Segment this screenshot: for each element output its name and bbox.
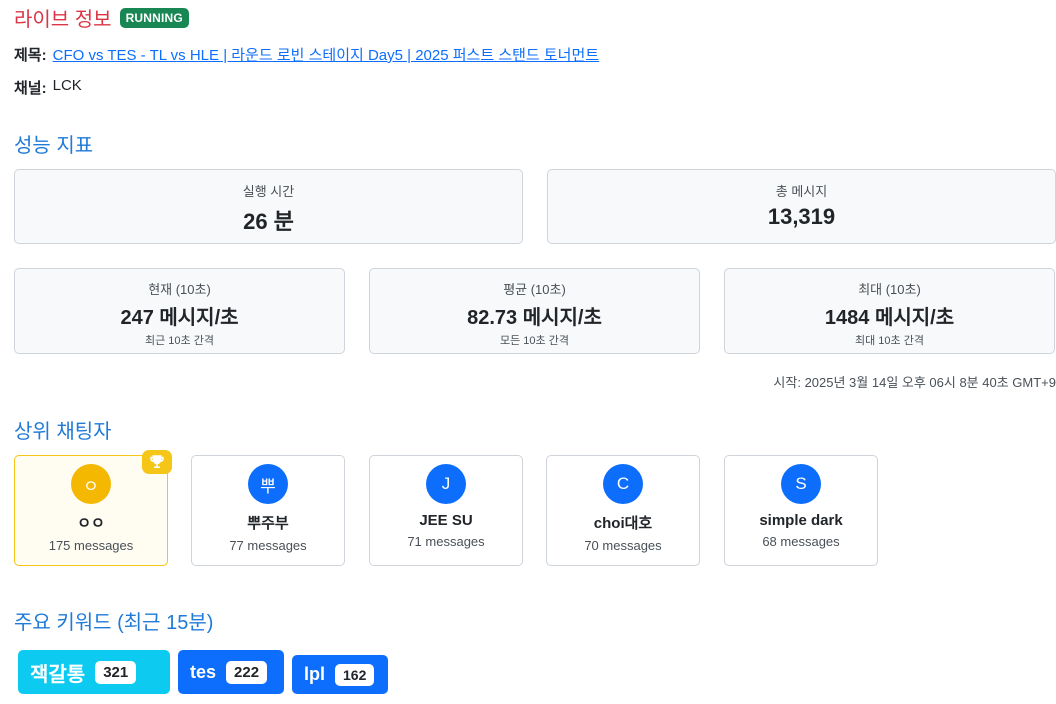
- average-rate-card: 평균 (10초) 82.73 메시지/초 모든 10초 간격: [369, 268, 700, 354]
- keyword-text: 잭갈통: [30, 663, 86, 686]
- keyword-badge[interactable]: 잭갈통 321: [18, 650, 170, 694]
- keyword-text: lpl: [304, 664, 325, 684]
- keyword-count: 222: [226, 660, 268, 684]
- title-row: 제목: CFO vs TES - TL vs HLE | 라운드 로빈 스테이지…: [14, 44, 599, 65]
- chatter-name: 뿌주부: [247, 515, 289, 532]
- chatter-card: C choi대호 70 messages: [546, 455, 700, 566]
- chatter-name: choi대호: [593, 515, 653, 532]
- trophy-icon: [142, 450, 172, 474]
- avatar: ㅇ: [71, 464, 111, 504]
- avatar: J: [426, 464, 466, 504]
- total-messages-card: 총 메시지 13,319: [547, 169, 1056, 244]
- status-badge: RUNNING: [119, 7, 189, 28]
- chatter-card: 뿌 뿌주부 77 messages: [191, 455, 345, 566]
- max-rate-value: 1484 메시지/초: [824, 307, 955, 329]
- metrics-title: 성능 지표: [14, 135, 94, 157]
- live-info-header: 라이브 정보 RUNNING: [14, 3, 189, 32]
- current-rate-card: 현재 (10초) 247 메시지/초 최근 10초 간격: [14, 268, 345, 354]
- total-messages-label: 총 메시지: [775, 184, 828, 199]
- live-info-title: 라이브 정보: [14, 9, 112, 31]
- chatter-name: JEE SU: [419, 512, 473, 529]
- current-rate-value: 247 메시지/초: [120, 307, 239, 329]
- chatter-name: ㅇㅇ: [77, 515, 105, 532]
- keyword-count: 162: [335, 663, 375, 686]
- max-rate-label: 최대 (10초): [858, 282, 921, 297]
- avatar: 뿌: [248, 464, 288, 504]
- title-label: 제목:: [14, 47, 47, 64]
- average-rate-sub: 모든 10초 간격: [500, 335, 569, 347]
- chatter-name: simple dark: [759, 512, 843, 529]
- start-time: 시작: 2025년 3월 14일 오후 06시 8분 40초 GMT+9: [773, 375, 1056, 390]
- top-chatters-title: 상위 채팅자: [14, 421, 112, 443]
- channel-label: 채널:: [14, 80, 47, 97]
- chatter-card: J JEE SU 71 messages: [369, 455, 523, 566]
- channel-value: LCK: [52, 77, 82, 94]
- max-rate-card: 최대 (10초) 1484 메시지/초 최대 10초 간격: [724, 268, 1055, 354]
- chatter-message-count: 77 messages: [229, 538, 307, 553]
- keyword-badge[interactable]: tes 222: [178, 650, 284, 694]
- stream-title-link[interactable]: CFO vs TES - TL vs HLE | 라운드 로빈 스테이지 Day…: [53, 44, 599, 65]
- chatter-card: ㅇ ㅇㅇ 175 messages: [14, 450, 172, 566]
- chatter-message-count: 175 messages: [48, 538, 134, 553]
- runtime-value: 26 분: [243, 209, 294, 234]
- current-rate-label: 현재 (10초): [148, 282, 211, 297]
- average-rate-value: 82.73 메시지/초: [467, 307, 602, 329]
- keyword-badge[interactable]: lpl 162: [292, 655, 388, 694]
- chatter-card: S simple dark 68 messages: [724, 455, 878, 566]
- max-rate-sub: 최대 10초 간격: [855, 335, 924, 347]
- keyword-text: tes: [190, 661, 217, 682]
- current-rate-sub: 최근 10초 간격: [145, 335, 214, 347]
- chatter-message-count: 71 messages: [407, 534, 485, 549]
- keywords-title: 주요 키워드 (최근 15분): [14, 612, 214, 634]
- avatar: S: [781, 464, 821, 504]
- avatar: C: [603, 464, 643, 504]
- channel-row: 채널: LCK: [14, 77, 82, 98]
- average-rate-label: 평균 (10초): [503, 282, 566, 297]
- runtime-card: 실행 시간 26 분: [14, 169, 523, 244]
- keyword-count: 321: [95, 660, 137, 684]
- chatter-message-count: 70 messages: [584, 538, 662, 553]
- runtime-label: 실행 시간: [242, 184, 295, 199]
- chatter-message-count: 68 messages: [762, 534, 840, 549]
- total-messages-value: 13,319: [767, 204, 836, 229]
